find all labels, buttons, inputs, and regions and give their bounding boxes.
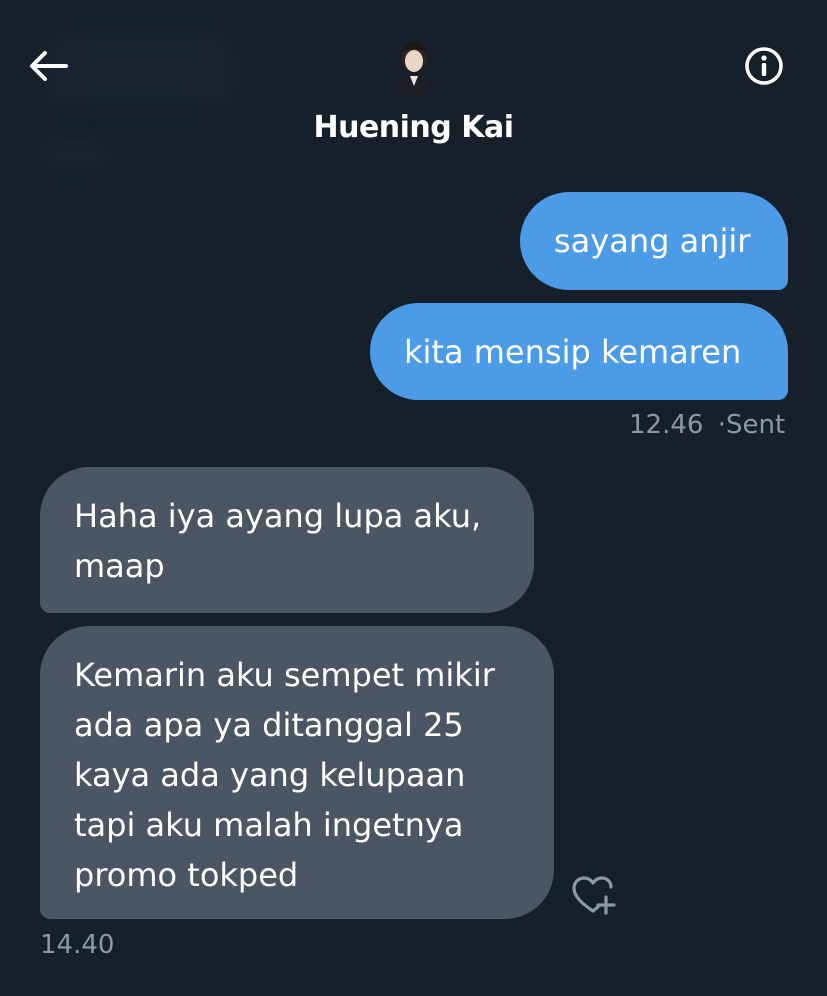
message-bubble-sent[interactable]: kita mensip kemaren <box>370 303 788 400</box>
received-timestamp: 14.40 <box>40 930 115 960</box>
sent-timestamp: 12.46 ·Sent <box>629 410 785 440</box>
arrow-left-icon <box>30 51 68 81</box>
avatar-image <box>390 34 438 96</box>
meta-separator: · <box>717 410 726 440</box>
message-bubble-received[interactable]: Kemarin aku sempet mikir ada apa ya dita… <box>40 626 554 919</box>
contact-name[interactable]: Huening Kai <box>0 110 827 145</box>
profile-avatar[interactable] <box>390 34 438 96</box>
info-button[interactable] <box>742 44 786 88</box>
message-bubble-sent[interactable]: sayang anjir <box>520 192 788 290</box>
info-circle-icon <box>745 47 783 85</box>
back-button[interactable] <box>26 44 70 88</box>
delivery-status: Sent <box>725 410 786 440</box>
message-bubble-received[interactable]: Haha iya ayang lupa aku, maap <box>40 467 534 613</box>
heart-add-icon <box>572 876 616 915</box>
conversation-header: Huening Kai <box>0 0 827 165</box>
message-time: 12.46 <box>629 410 704 440</box>
react-button[interactable] <box>570 874 618 918</box>
blurred-region <box>45 35 235 105</box>
